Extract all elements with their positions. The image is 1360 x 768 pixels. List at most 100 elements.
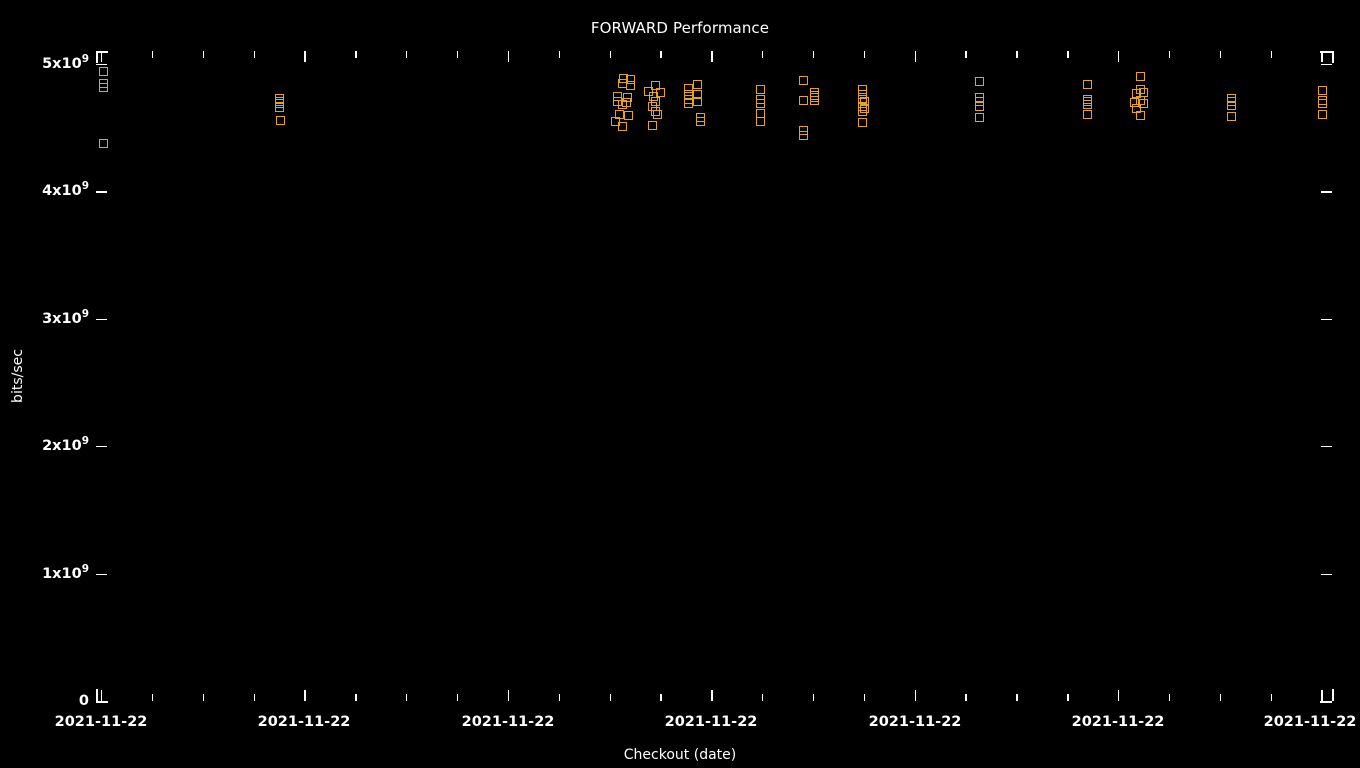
plot-area — [96, 51, 1332, 701]
x-axis-tick — [151, 694, 154, 701]
data-point — [755, 84, 765, 94]
data-point — [98, 138, 108, 148]
x-axis-tick-label: 2021-11-22 — [257, 714, 351, 730]
data-point — [755, 99, 765, 108]
x-axis-tick — [1219, 694, 1222, 701]
y-axis-tick — [96, 446, 107, 448]
data-point — [798, 96, 808, 106]
data-point — [974, 113, 984, 123]
x-axis-tick — [965, 694, 967, 701]
x-axis-tick — [507, 51, 510, 62]
data-point — [1082, 80, 1092, 90]
data-point — [652, 110, 662, 120]
x-axis-tick — [355, 51, 357, 58]
x-axis-tick — [914, 51, 916, 62]
x-axis-tick — [151, 51, 154, 58]
data-point — [1082, 109, 1092, 119]
x-axis-tick — [1321, 690, 1323, 701]
y-axis-tick — [1321, 191, 1332, 193]
chart-canvas: FORWARD Performance bits/sec Checkout (d… — [0, 0, 1360, 768]
x-axis-tick — [355, 694, 357, 701]
data-point — [1317, 98, 1327, 108]
x-axis-tick — [1016, 694, 1018, 701]
data-point — [857, 106, 867, 116]
y-axis-tick — [1321, 573, 1332, 575]
chart-title: FORWARD Performance — [590, 19, 770, 37]
y-axis-tick — [1321, 446, 1332, 448]
y-axis-tick-label: 0 — [78, 692, 89, 709]
x-axis-tick — [456, 51, 459, 58]
x-axis-title: Checkout (date) — [623, 747, 737, 763]
x-axis-tick-labels: 2021-11-22 2021-11-22 2021-11-22 2021-11-22… — [0, 715, 1360, 741]
x-axis-tick — [914, 690, 916, 701]
x-axis-tick — [711, 51, 713, 62]
x-axis-tick — [660, 694, 662, 701]
data-point — [1226, 101, 1236, 111]
y-axis-tick-label: 2x109 — [42, 435, 89, 454]
x-axis-tick — [1118, 690, 1120, 701]
data-point — [798, 75, 808, 85]
x-axis-tick-label: 2021-11-22 — [461, 714, 555, 730]
data-point — [617, 99, 627, 109]
data-point — [683, 99, 693, 108]
data-point — [695, 117, 705, 127]
x-axis-tick — [609, 51, 611, 58]
x-axis-tick — [253, 694, 255, 701]
data-point — [274, 102, 284, 112]
x-axis-tick — [812, 51, 815, 58]
data-point — [974, 77, 984, 87]
data-point — [798, 130, 808, 140]
x-axis-tick — [202, 694, 205, 701]
x-axis-tick-label: 2021-11-22 — [1071, 714, 1165, 730]
data-point — [1226, 111, 1236, 121]
x-axis-tick — [812, 694, 815, 701]
data-point — [625, 80, 635, 90]
y-axis-tick — [96, 191, 107, 193]
y-axis-tick-label: 1x109 — [42, 562, 89, 582]
x-axis-tick — [1321, 51, 1323, 62]
x-axis-tick — [1118, 51, 1120, 62]
data-point — [692, 97, 702, 107]
x-axis-tick — [609, 694, 611, 701]
x-axis-tick — [202, 51, 205, 58]
data-point — [1135, 71, 1145, 81]
data-point — [1082, 100, 1092, 110]
x-axis-tick — [762, 51, 764, 58]
x-axis-tick — [406, 694, 408, 701]
y-axis-tick — [1321, 318, 1332, 321]
x-axis-tick — [1270, 694, 1272, 701]
data-point — [809, 95, 819, 105]
x-axis-tick — [304, 690, 306, 701]
x-axis-tick — [965, 51, 967, 58]
x-axis-tick — [101, 690, 103, 701]
y-axis-tick-label: 4x109 — [42, 180, 89, 199]
data-point — [755, 116, 765, 126]
x-axis-tick — [1270, 51, 1272, 58]
x-axis-tick — [660, 51, 662, 58]
x-axis-tick — [711, 690, 713, 701]
x-axis-tick — [253, 51, 255, 58]
x-axis-tick-label: 2021-11-22 — [1263, 714, 1357, 730]
x-axis-tick — [304, 51, 306, 62]
x-axis-tick — [558, 51, 561, 58]
y-axis-tick — [96, 573, 107, 575]
data-point — [1135, 110, 1145, 120]
data-point — [98, 66, 108, 76]
data-point — [617, 121, 627, 131]
data-point — [857, 117, 867, 127]
y-axis-tick-labels: 0 1x109 2x109 3x109 4x109 5x109 — [0, 51, 89, 708]
x-axis-tick — [1067, 694, 1069, 701]
x-axis-tick — [863, 694, 866, 701]
x-axis-tick — [1168, 694, 1171, 701]
x-axis-tick — [1067, 51, 1069, 58]
y-axis-tick — [96, 63, 107, 66]
data-point — [974, 101, 984, 111]
data-point — [1317, 110, 1327, 120]
x-axis-tick-label: 2021-11-22 — [54, 714, 148, 730]
data-point — [647, 121, 657, 131]
data-point — [623, 110, 633, 120]
y-axis-tick-label: 3x109 — [42, 307, 89, 327]
x-axis-tick — [456, 694, 459, 701]
x-axis-tick — [863, 51, 866, 58]
x-axis-tick — [762, 694, 764, 701]
